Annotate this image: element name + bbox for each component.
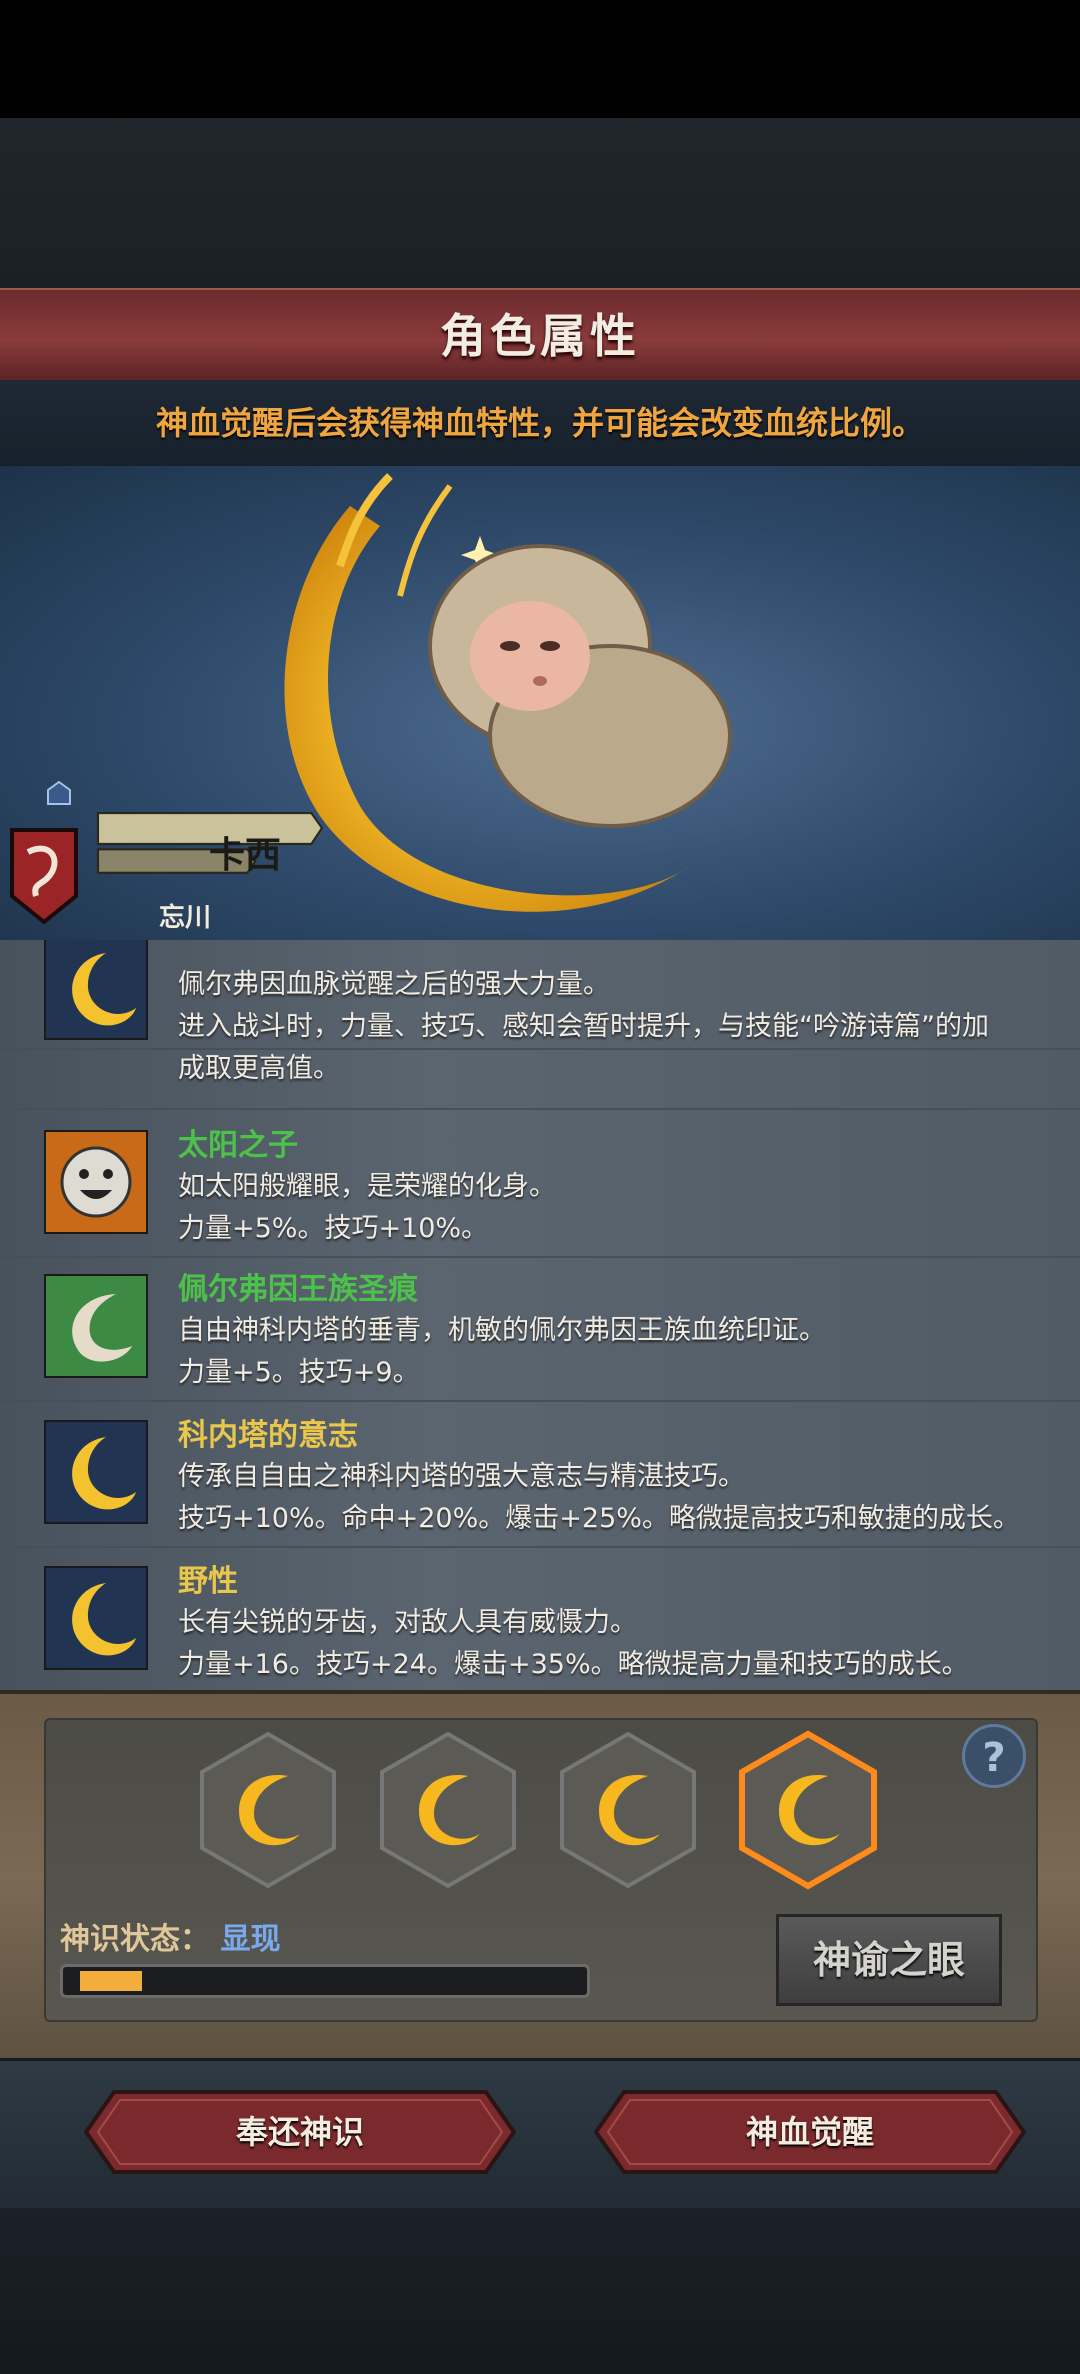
- rank-icon: [47, 780, 71, 805]
- divine-slot-3[interactable]: [556, 1730, 700, 1890]
- status-value: 显现: [220, 1922, 281, 1957]
- character-subname: 忘川: [158, 903, 211, 933]
- trait-name: 科内塔的意志: [178, 1418, 358, 1453]
- trait-desc-line: 力量+16。技巧+24。爆击+35%。略微提高力量和技巧的成长。: [178, 1649, 969, 1680]
- divine-blood-awaken-button[interactable]: 神血觉醒: [593, 2090, 1027, 2174]
- character-name: 卡西: [208, 835, 281, 876]
- return-divine-sense-label: 奉还神识: [235, 2113, 364, 2151]
- trait-desc-line: 进入战斗时，力量、技巧、感知会暂时提升，与技能“吟游诗篇”的加: [178, 1011, 989, 1042]
- divine-sense-status: 神识状态： 显现: [60, 1914, 280, 1958]
- trait-desc-line: 佩尔弗因血脉觉醒之后的强大力量。: [178, 969, 610, 1000]
- sun-face-icon: [44, 1130, 148, 1234]
- status-bar-area: [0, 0, 1080, 118]
- help-button[interactable]: ?: [962, 1724, 1026, 1788]
- royal-mark-icon: [44, 1274, 148, 1378]
- divine-slot-2[interactable]: [376, 1730, 520, 1890]
- crescent-moon-icon: [44, 1566, 148, 1670]
- trait-name: 太阳之子: [178, 1128, 298, 1163]
- trait-desc-line: 自由神科内塔的垂青，机敏的佩尔弗因王族血统印证。: [178, 1315, 826, 1346]
- trait-row[interactable]: 太阳之子 如太阳般耀眼，是荣耀的化身。 力量+5%。技巧+10%。: [0, 1108, 1080, 1258]
- divine-slot-1[interactable]: [196, 1730, 340, 1890]
- trait-list[interactable]: 佩尔弗因血脉觉醒之后的强大力量。 进入战斗时，力量、技巧、感知会暂时提升，与技能…: [0, 940, 1080, 1690]
- faction-crest-icon: [10, 828, 78, 925]
- status-label: 神识状态：: [60, 1922, 210, 1957]
- trait-desc-line: 成取更高值。: [178, 1053, 340, 1084]
- trait-name: 野性: [178, 1564, 238, 1599]
- divine-sense-progress-fill: [80, 1971, 142, 1991]
- crescent-moon-icon: [44, 1420, 148, 1524]
- crescent-moon-icon: [44, 940, 148, 1040]
- page-title: 角色属性: [440, 309, 640, 363]
- top-spacer: [0, 118, 1080, 288]
- page-subtitle: 神血觉醒后会获得神血特性，并可能会改变血统比例。: [155, 404, 924, 442]
- trait-row[interactable]: 佩尔弗因血脉觉醒之后的强大力量。 进入战斗时，力量、技巧、感知会暂时提升，与技能…: [0, 940, 1080, 1084]
- trait-row[interactable]: 科内塔的意志 传承自自由之神科内塔的强大意志与精湛技巧。 技巧+10%。命中+2…: [0, 1400, 1080, 1548]
- subtitle-bar: 神血觉醒后会获得神血特性，并可能会改变血统比例。: [0, 380, 1080, 466]
- return-divine-sense-button[interactable]: 奉还神识: [83, 2090, 517, 2174]
- trait-desc-line: 传承自自由之神科内塔的强大意志与精湛技巧。: [178, 1461, 745, 1492]
- trait-desc-line: 力量+5。技巧+9。: [178, 1357, 420, 1388]
- trait-desc-line: 技巧+10%。命中+20%。爆击+25%。略微提高技巧和敏捷的成长。: [178, 1503, 1020, 1534]
- oracle-eye-button[interactable]: 神谕之眼: [776, 1914, 1002, 2006]
- trait-name: 佩尔弗因王族圣痕: [178, 1272, 418, 1307]
- trait-row[interactable]: 佩尔弗因王族圣痕 自由神科内塔的垂青，机敏的佩尔弗因王族血统印证。 力量+5。技…: [0, 1254, 1080, 1402]
- divine-slot-4-selected[interactable]: [736, 1730, 880, 1890]
- trait-desc-line: 长有尖锐的牙齿，对敌人具有威慑力。: [178, 1607, 637, 1638]
- trait-desc-line: 如太阳般耀眼，是荣耀的化身。: [178, 1171, 556, 1202]
- trait-desc-line: 力量+5%。技巧+10%。: [178, 1213, 489, 1244]
- trait-row[interactable]: 野性 长有尖锐的牙齿，对敌人具有威慑力。 力量+16。技巧+24。爆击+35%。…: [0, 1546, 1080, 1690]
- title-bar: 角色属性: [0, 288, 1080, 385]
- divine-blood-awaken-label: 神血觉醒: [745, 2113, 874, 2151]
- bottom-spacer: [0, 2208, 1080, 2374]
